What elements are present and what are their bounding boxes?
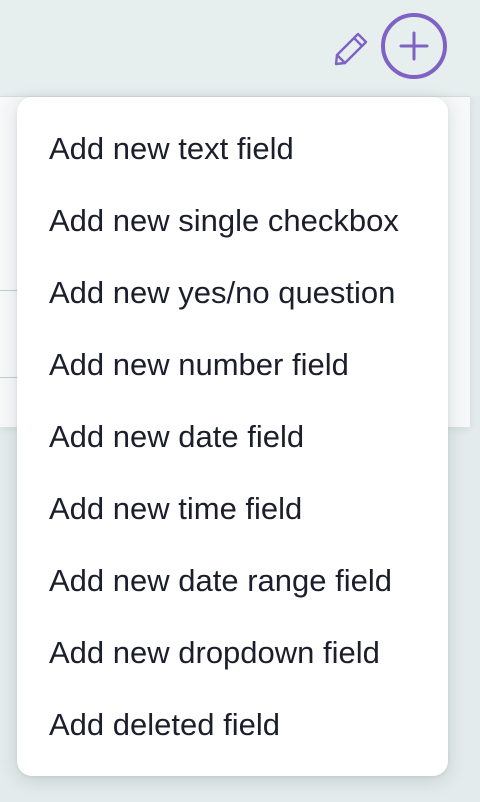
menu-item-add-dropdown-field[interactable]: Add new dropdown field bbox=[17, 617, 448, 689]
menu-item-add-yes-no-question[interactable]: Add new yes/no question bbox=[17, 257, 448, 329]
menu-item-add-number-field[interactable]: Add new number field bbox=[17, 329, 448, 401]
menu-item-add-single-checkbox[interactable]: Add new single checkbox bbox=[17, 185, 448, 257]
add-field-menu: Add new text field Add new single checkb… bbox=[17, 97, 448, 776]
edit-button[interactable] bbox=[330, 28, 372, 70]
menu-item-add-time-field[interactable]: Add new time field bbox=[17, 473, 448, 545]
menu-item-add-deleted-field[interactable]: Add deleted field bbox=[17, 689, 448, 761]
menu-item-add-text-field[interactable]: Add new text field bbox=[17, 113, 448, 185]
menu-item-add-date-range-field[interactable]: Add new date range field bbox=[17, 545, 448, 617]
pencil-icon bbox=[334, 32, 368, 66]
menu-item-add-date-field[interactable]: Add new date field bbox=[17, 401, 448, 473]
plus-icon bbox=[399, 31, 429, 61]
add-field-button[interactable] bbox=[381, 13, 447, 79]
